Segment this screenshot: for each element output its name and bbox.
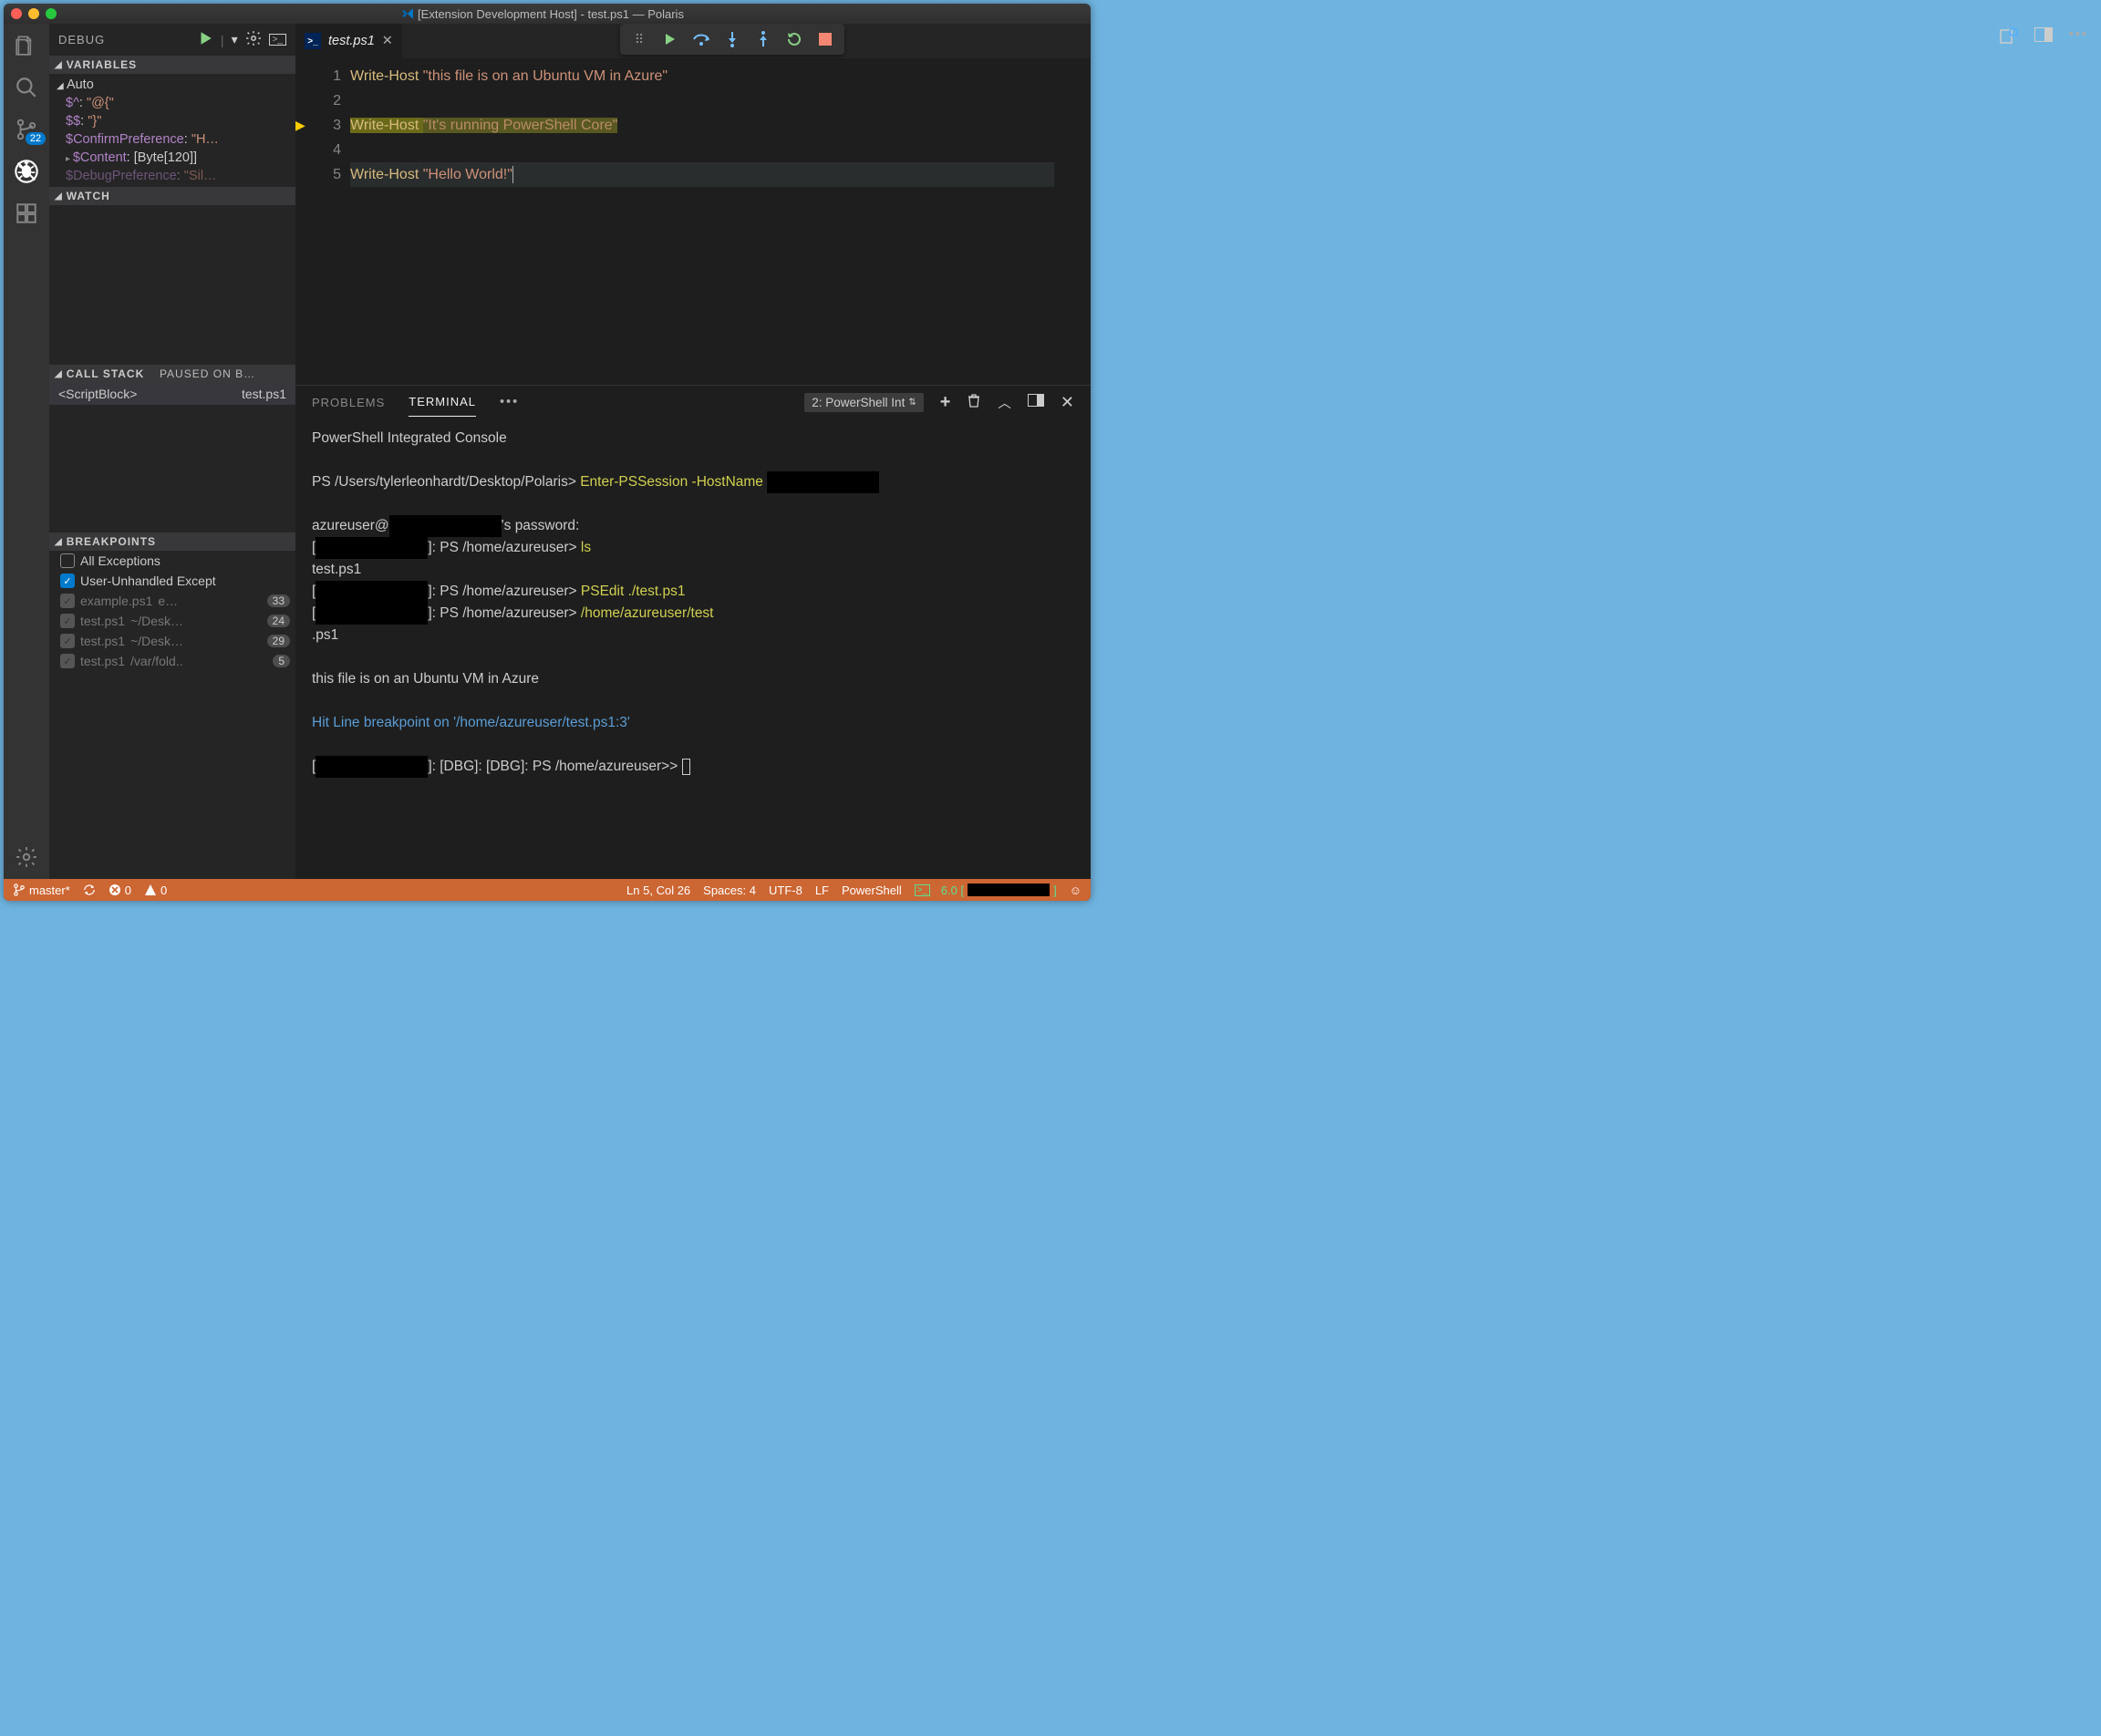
scm-badge: 22	[26, 132, 46, 145]
titlebar: [Extension Development Host] - test.ps1 …	[4, 4, 1091, 24]
cursor-position-status[interactable]: Ln 5, Col 26	[626, 884, 690, 897]
breakpoint-row[interactable]: ✓example.ps1e…33	[49, 591, 295, 611]
new-terminal-icon[interactable]: +	[940, 392, 951, 413]
vscode-icon	[401, 7, 414, 20]
minimap[interactable]	[1054, 58, 1091, 385]
sync-status[interactable]	[83, 884, 96, 896]
tab-label: test.ps1	[328, 34, 375, 48]
variables-section-header[interactable]: ◢VARIABLES	[49, 56, 295, 74]
feedback-icon[interactable]: ☺	[1070, 884, 1082, 897]
variable-row[interactable]: $^: "@{"	[57, 94, 295, 112]
warnings-status[interactable]: 0	[144, 884, 167, 897]
powershell-version-status[interactable]: >_ 6.0 []	[915, 884, 1057, 897]
status-bar: master* 0 0 Ln 5, Col 26 Spaces: 4 UTF-8…	[4, 879, 1091, 901]
errors-status[interactable]: 0	[109, 884, 131, 897]
window-title: [Extension Development Host] - test.ps1 …	[418, 7, 684, 21]
step-into-button[interactable]	[719, 26, 746, 53]
debug-console-icon[interactable]: >_	[269, 34, 286, 46]
stop-button[interactable]	[812, 26, 839, 53]
debug-sidebar: DEBUG | ▾ >_ ◢VARIABLES ◢ Auto $^: "@{"$…	[49, 24, 295, 879]
variables-scope-auto[interactable]: ◢ Auto	[57, 76, 295, 94]
debug-config-separator: |	[221, 33, 224, 47]
checkbox-icon[interactable]	[60, 553, 75, 568]
callstack-section-header[interactable]: ◢CALL STACK PAUSED ON B…	[49, 365, 295, 383]
extensions-icon[interactable]	[14, 201, 39, 226]
panel-tab-problems[interactable]: PROBLEMS	[312, 388, 385, 417]
close-tab-icon[interactable]: ✕	[382, 34, 393, 48]
watch-section-header[interactable]: ◢WATCH	[49, 187, 295, 205]
variable-row[interactable]: $DebugPreference: "Sil…	[57, 167, 295, 185]
step-out-button[interactable]	[750, 26, 777, 53]
breakpoint-row[interactable]: ✓User-Unhandled Except	[49, 571, 295, 591]
callstack-frame[interactable]: <ScriptBlock>test.ps1	[49, 383, 295, 405]
powershell-file-icon: >_	[305, 33, 321, 49]
close-window[interactable]	[11, 8, 22, 19]
panel-tab-terminal[interactable]: TERMINAL	[409, 388, 476, 417]
checkbox-icon[interactable]: ✓	[60, 594, 75, 608]
debug-header-label: DEBUG	[58, 33, 105, 46]
step-over-button[interactable]	[688, 26, 715, 53]
checkbox-icon[interactable]: ✓	[60, 574, 75, 588]
panel-tab-overflow-icon[interactable]: •••	[500, 395, 519, 409]
terminal-content[interactable]: PowerShell Integrated Console PS /Users/…	[295, 418, 1091, 879]
breakpoints-section-header[interactable]: ◢BREAKPOINTS	[49, 532, 295, 551]
debug-config-dropdown-icon[interactable]: ▾	[232, 32, 238, 47]
restart-button[interactable]	[781, 26, 808, 53]
debug-toolbar: ⠿	[620, 24, 844, 55]
git-branch-status[interactable]: master*	[13, 884, 70, 897]
continue-button[interactable]	[657, 26, 684, 53]
code-editor[interactable]: ▶ 12345 Write-Host "this file is on an U…	[295, 58, 1091, 385]
checkbox-icon[interactable]: ✓	[60, 654, 75, 668]
close-panel-icon[interactable]: ✕	[1061, 393, 1074, 412]
activity-bar: 22	[4, 24, 49, 879]
scm-icon[interactable]: 22	[14, 117, 39, 142]
debug-settings-icon[interactable]	[245, 30, 262, 49]
indentation-status[interactable]: Spaces: 4	[703, 884, 756, 897]
encoding-status[interactable]: UTF-8	[769, 884, 802, 897]
breakpoint-row[interactable]: ✓test.ps1~/Desk…29	[49, 631, 295, 651]
debug-drag-handle-icon[interactable]: ⠿	[626, 26, 653, 53]
breakpoint-row[interactable]: All Exceptions	[49, 551, 295, 571]
variable-row[interactable]: $$: "}"	[57, 112, 295, 130]
checkbox-icon[interactable]: ✓	[60, 614, 75, 628]
language-status[interactable]: PowerShell	[842, 884, 902, 897]
breakpoint-row[interactable]: ✓test.ps1/var/fold..5	[49, 651, 295, 671]
variable-row[interactable]: $ConfirmPreference: "H…	[57, 130, 295, 149]
kill-terminal-icon[interactable]	[967, 392, 981, 412]
variable-row[interactable]: ▸ $Content: [Byte[120]]	[57, 149, 295, 167]
checkbox-icon[interactable]: ✓	[60, 634, 75, 648]
zoom-window[interactable]	[46, 8, 57, 19]
breakpoint-row[interactable]: ✓test.ps1~/Desk…24	[49, 611, 295, 631]
minimize-window[interactable]	[28, 8, 39, 19]
settings-gear-icon[interactable]	[14, 844, 39, 870]
debug-icon[interactable]	[14, 159, 39, 184]
start-debug-button[interactable]	[197, 30, 213, 49]
terminal-picker[interactable]: 2: PowerShell Int ⇅	[804, 393, 923, 412]
tab-test-ps1[interactable]: >_ test.ps1 ✕	[295, 24, 403, 58]
maximize-panel-icon[interactable]: ︿	[998, 393, 1011, 412]
split-terminal-icon[interactable]	[1028, 394, 1044, 410]
search-icon[interactable]	[14, 75, 39, 100]
explorer-icon[interactable]	[14, 33, 39, 58]
eol-status[interactable]: LF	[815, 884, 829, 897]
